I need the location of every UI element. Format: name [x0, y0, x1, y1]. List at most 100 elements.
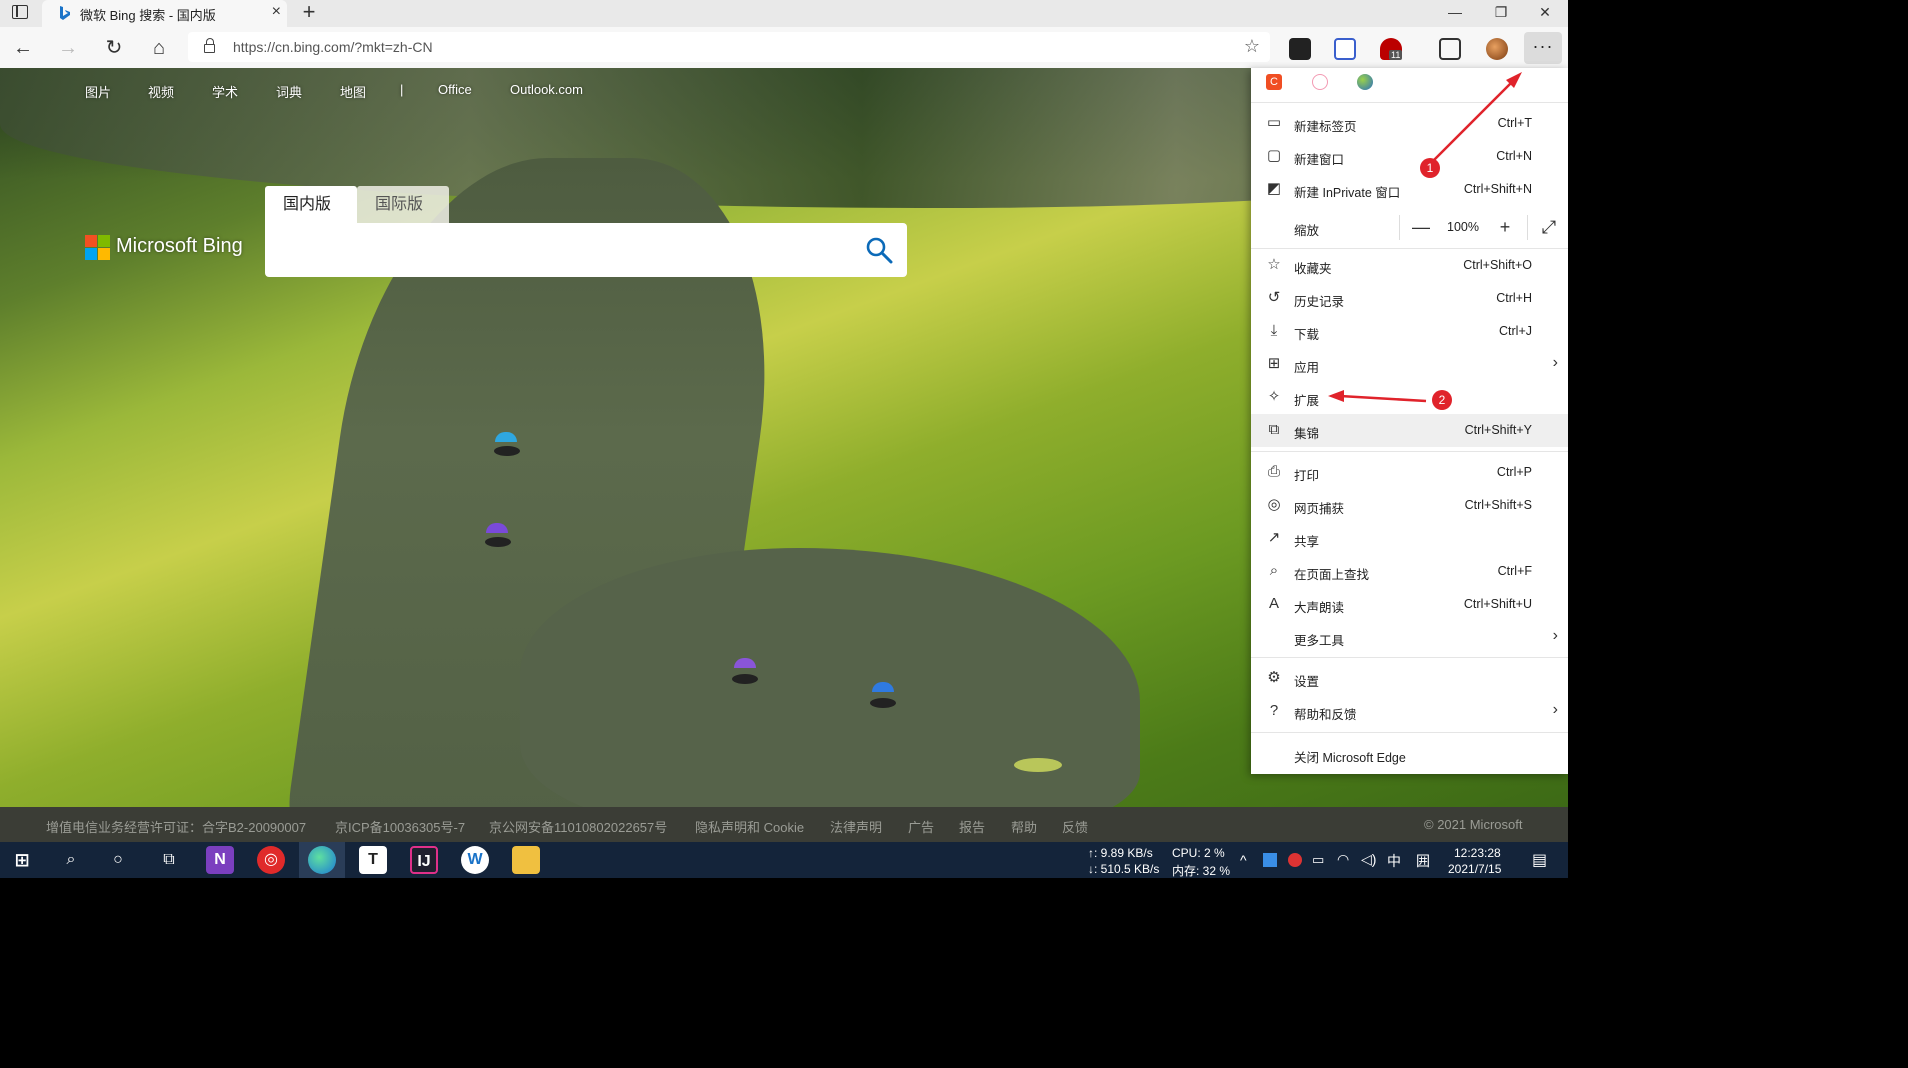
footer-police[interactable]: 京公网安备11010802022657号	[489, 817, 667, 836]
extension-c-icon[interactable]: C	[1266, 74, 1282, 90]
task-view-icon[interactable]: ⧉	[155, 846, 183, 874]
menu-apps[interactable]: ⊞ 应用 ›	[1251, 348, 1568, 381]
clock-time[interactable]: 12:23:28	[1454, 846, 1501, 860]
history-icon: ↺	[1267, 289, 1281, 306]
zoom-in-button[interactable]: +	[1494, 216, 1516, 238]
clock-date[interactable]: 2021/7/15	[1448, 862, 1501, 876]
menu-history[interactable]: ↺ 历史记录 Ctrl+H	[1251, 282, 1568, 315]
app-w-icon[interactable]: W	[461, 846, 489, 874]
url-text[interactable]: https://cn.bing.com/?mkt=zh-CN	[233, 39, 433, 55]
tray-expand-icon[interactable]: ^	[1240, 852, 1247, 868]
profile-avatar[interactable]	[1486, 38, 1508, 60]
lock-icon[interactable]	[204, 38, 215, 53]
menu-new-window[interactable]: ▢ 新建窗口 Ctrl+N	[1251, 140, 1568, 173]
tab-domestic[interactable]: 国内版	[265, 186, 357, 224]
menu-label: 共享	[1294, 535, 1320, 549]
file-explorer-icon[interactable]	[512, 846, 540, 874]
tab-international[interactable]: 国际版	[357, 186, 449, 224]
microsoft-logo-icon	[85, 235, 111, 261]
maximize-button[interactable]: ❐	[1478, 0, 1524, 27]
new-tab-button[interactable]: +	[298, 1, 320, 23]
battery-icon[interactable]: ▭	[1312, 852, 1324, 868]
extension-icon-2[interactable]	[1334, 38, 1356, 60]
menu-collections[interactable]: ⧉ 集锦 Ctrl+Shift+Y	[1251, 414, 1568, 447]
nav-office[interactable]: Office	[438, 82, 472, 97]
tab-close-icon[interactable]: ×	[272, 3, 281, 21]
menu-read-aloud[interactable]: A 大声朗读 Ctrl+Shift+U	[1251, 588, 1568, 621]
footer-report[interactable]: 报告	[959, 817, 985, 836]
ime-mode[interactable]: 囲	[1416, 851, 1430, 871]
search-taskbar-icon[interactable]: ⌕	[57, 846, 85, 874]
refresh-button[interactable]: ↻	[101, 35, 127, 61]
home-button[interactable]: ⌂	[146, 35, 172, 61]
menu-label: 扩展	[1294, 394, 1320, 408]
extension-cat-icon[interactable]	[1312, 74, 1328, 90]
menu-favorites[interactable]: ☆ 收藏夹 Ctrl+Shift+O	[1251, 249, 1568, 282]
wifi-icon[interactable]: ◠	[1337, 851, 1349, 868]
menu-help-feedback[interactable]: ? 帮助和反馈 ›	[1251, 695, 1568, 728]
settings-and-more-button[interactable]: ···	[1524, 32, 1562, 64]
footer-icp[interactable]: 京ICP备10036305号-7	[335, 817, 465, 836]
nav-videos[interactable]: 视频	[148, 82, 174, 101]
extension-globe-icon[interactable]	[1357, 74, 1373, 90]
menu-label: 下载	[1294, 328, 1320, 342]
footer-license[interactable]: 增值电信业务经营许可证：合字B2-20090007	[46, 817, 306, 836]
tab-actions-icon[interactable]	[12, 5, 28, 19]
tray-app-icon[interactable]	[1288, 853, 1302, 867]
menu-label: 更多工具	[1294, 634, 1345, 648]
volume-icon[interactable]: ◁)	[1361, 851, 1376, 868]
menu-close-edge[interactable]: 关闭 Microsoft Edge	[1251, 738, 1568, 771]
search-icon[interactable]	[865, 236, 893, 264]
menu-print[interactable]: ⎙ 打印 Ctrl+P	[1251, 456, 1568, 489]
typora-icon[interactable]: T	[359, 846, 387, 874]
add-favorite-icon[interactable]: ☆	[1244, 36, 1260, 57]
address-bar[interactable]: https://cn.bing.com/?mkt=zh-CN ☆	[188, 32, 1270, 62]
nav-maps[interactable]: 地图	[340, 82, 366, 101]
footer-help[interactable]: 帮助	[1011, 817, 1037, 836]
search-box	[265, 223, 907, 277]
active-tab[interactable]: 微软 Bing 搜索 - 国内版 ×	[42, 0, 287, 27]
netease-music-icon[interactable]: ◎	[257, 846, 285, 874]
intellij-icon[interactable]: IJ	[410, 846, 438, 874]
menu-downloads[interactable]: ⤓ 下载 Ctrl+J	[1251, 315, 1568, 348]
menu-new-inprivate[interactable]: ◩ 新建 InPrivate 窗口 Ctrl+Shift+N	[1251, 173, 1568, 206]
zoom-out-button[interactable]: —	[1410, 216, 1432, 238]
footer-ads[interactable]: 广告	[908, 817, 934, 836]
close-window-button[interactable]: ✕	[1522, 0, 1568, 27]
menu-extensions[interactable]: ✧ 扩展	[1251, 381, 1568, 414]
menu-find[interactable]: ⌕ 在页面上查找 Ctrl+F	[1251, 555, 1568, 588]
tray-app-icon[interactable]	[1263, 853, 1277, 867]
search-input[interactable]	[279, 235, 843, 267]
menu-more-tools[interactable]: 更多工具 ›	[1251, 621, 1568, 654]
menu-share[interactable]: ↗ 共享	[1251, 522, 1568, 555]
menu-separator	[1251, 732, 1568, 733]
menu-label: 收藏夹	[1294, 262, 1332, 276]
menu-new-tab[interactable]: ▭ 新建标签页 Ctrl+T	[1251, 107, 1568, 140]
fullscreen-icon[interactable]: ⤢	[1538, 216, 1560, 238]
menu-label: 集锦	[1294, 427, 1320, 441]
menu-web-capture[interactable]: ◎ 网页捕获 Ctrl+Shift+S	[1251, 489, 1568, 522]
footer-feedback[interactable]: 反馈	[1062, 817, 1088, 836]
footer-privacy[interactable]: 隐私声明和 Cookie	[695, 817, 804, 836]
collections-toolbar-icon[interactable]	[1439, 38, 1461, 60]
menu-settings[interactable]: ⚙ 设置	[1251, 662, 1568, 695]
menu-label: 新建 InPrivate 窗口	[1294, 186, 1401, 200]
nav-dictionary[interactable]: 词典	[276, 82, 302, 101]
nav-academic[interactable]: 学术	[212, 82, 238, 101]
back-button[interactable]: ←	[10, 35, 36, 61]
annotation-badge-2: 2	[1432, 390, 1452, 410]
ime-language[interactable]: 中	[1387, 851, 1401, 871]
boat	[870, 698, 896, 708]
onenote-icon[interactable]: N	[206, 846, 234, 874]
favorites-icon: ☆	[1267, 256, 1281, 273]
windows-start-icon[interactable]: ⊞	[8, 846, 36, 874]
nav-images[interactable]: 图片	[85, 82, 111, 101]
nav-outlook[interactable]: Outlook.com	[510, 82, 583, 97]
forward-button[interactable]: →	[55, 35, 81, 61]
edge-icon[interactable]	[308, 846, 336, 874]
minimize-button[interactable]: —	[1432, 0, 1478, 27]
extension-icon-1[interactable]	[1289, 38, 1311, 60]
notification-icon[interactable]: ▤	[1532, 850, 1547, 870]
cortana-icon[interactable]: ○	[104, 846, 132, 874]
footer-legal[interactable]: 法律声明	[830, 817, 882, 836]
